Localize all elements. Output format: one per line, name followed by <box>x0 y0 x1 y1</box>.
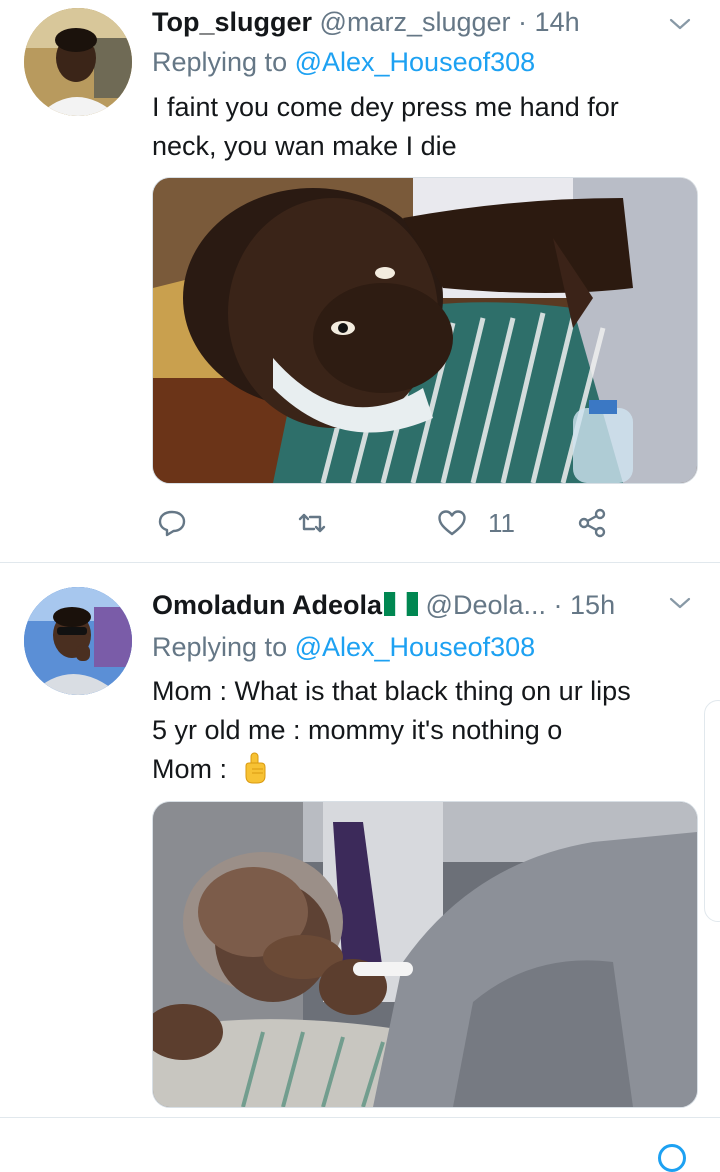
user-handle[interactable]: @Deola... <box>426 590 546 620</box>
user-handle[interactable]: @marz_slugger <box>320 7 511 37</box>
mention-link[interactable]: @Alex_Houseof308 <box>295 632 536 662</box>
heart-icon <box>438 510 466 536</box>
tweet-text-line-with-emoji: Mom : <box>152 750 690 789</box>
reply-button[interactable] <box>156 503 208 543</box>
tweet-text-line: 5 yr old me : mommy it's nothing o <box>152 715 563 745</box>
separator-dot: · <box>553 590 563 620</box>
share-icon <box>578 508 606 538</box>
pointing-up-emoji-icon <box>245 752 266 784</box>
tweet-text-line: neck, you wan make I die <box>152 131 457 161</box>
tweet-actions: 11 <box>152 503 632 543</box>
replying-to: Replying to @Alex_Houseof308 <box>152 44 535 80</box>
avatar[interactable] <box>24 8 132 116</box>
tweet-text-line: Mom : What is that black thing on ur lip… <box>152 676 631 706</box>
tweet-text: Mom : What is that black thing on ur lip… <box>152 672 690 789</box>
tweet-text-line: Mom : <box>152 754 235 784</box>
display-name[interactable]: Top_slugger <box>152 7 312 37</box>
mention-link[interactable]: @Alex_Houseof308 <box>295 47 536 77</box>
nigeria-flag-icon <box>384 592 419 616</box>
side-panel-edge <box>704 700 720 922</box>
like-count: 11 <box>488 507 515 538</box>
tweet-photo[interactable] <box>152 801 698 1108</box>
tweet[interactable]: Top_slugger @marz_slugger · 14h Replying… <box>0 0 720 562</box>
like-button[interactable]: 11 <box>436 503 515 543</box>
chevron-down-icon[interactable] <box>668 591 692 615</box>
reply-icon <box>158 510 186 537</box>
replying-to-label: Replying to <box>152 632 295 662</box>
tweet-text: I faint you come dey press me hand for n… <box>152 88 690 166</box>
replying-to: Replying to @Alex_Houseof308 <box>152 629 535 665</box>
replying-to-label: Replying to <box>152 47 295 77</box>
retweet-icon <box>298 513 326 533</box>
share-button[interactable] <box>576 503 608 543</box>
tweet-photo[interactable] <box>152 177 698 484</box>
tweet-text-line: I faint you come dey press me hand for <box>152 92 619 122</box>
timestamp[interactable]: 15h <box>570 590 615 620</box>
tweet-divider <box>0 1117 720 1118</box>
compose-button[interactable] <box>658 1144 686 1172</box>
avatar[interactable] <box>24 587 132 695</box>
tweet[interactable]: Omoladun Adeola @Deola... · 15h Replying… <box>0 563 720 1116</box>
display-name[interactable]: Omoladun Adeola <box>152 590 382 620</box>
tweet-header: Omoladun Adeola @Deola... · 15h <box>152 587 664 623</box>
timestamp[interactable]: 14h <box>535 7 580 37</box>
separator-dot: · <box>518 7 528 37</box>
chevron-down-icon[interactable] <box>668 12 692 36</box>
tweet-header: Top_slugger @marz_slugger · 14h <box>152 4 664 40</box>
retweet-button[interactable] <box>296 503 348 543</box>
